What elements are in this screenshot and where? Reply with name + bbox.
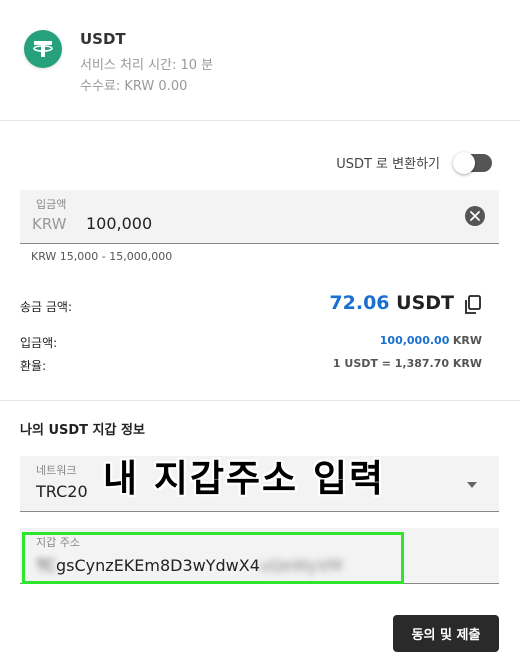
copy-icon[interactable] (464, 295, 482, 315)
deposit-detail-label: 입금액: (20, 336, 58, 350)
deposit-amount-label: 입금액 (36, 198, 67, 211)
wallet-section-title: 나의 USDT 지갑 정보 (20, 423, 145, 438)
tether-logo-icon (24, 30, 62, 68)
wallet-address-input[interactable]: 지갑 주소 TCgsCynzEKEm8D3wYdwX4uQeWyVM (20, 528, 499, 584)
rate-value-text: 1 USDT = 1,387.70 KRW (332, 357, 482, 370)
rate-value: 1 USDT = 1,387.70 KRW (333, 357, 482, 370)
address-blurred-prefix: TC (36, 556, 57, 575)
wallet-address-label: 지갑 주소 (36, 536, 80, 549)
address-visible-part: gsCynzEKEm8D3wYdwX4 (56, 556, 260, 575)
convert-toggle-row: USDT 로 변환하기 (336, 151, 492, 174)
chevron-down-icon[interactable] (467, 482, 477, 488)
convert-toggle[interactable] (453, 151, 492, 174)
overlay-annotation: 내 지갑주소 입력 (103, 457, 386, 500)
send-amount: 72.06 USDT (329, 292, 454, 314)
send-amount-unit: USDT (396, 292, 454, 314)
network-value: TRC20 (36, 482, 88, 501)
fee-text: 수수료: KRW 0.00 (80, 79, 188, 94)
deposit-range: KRW 15,000 - 15,000,000 (31, 250, 173, 263)
send-amount-label: 송금 금액: (20, 300, 73, 314)
deposit-detail-amount: 100,000.00 (379, 334, 450, 347)
clear-icon[interactable] (465, 206, 485, 226)
network-label: 네트워크 (36, 464, 77, 477)
agree-submit-button[interactable]: 동의 및 제출 (393, 615, 499, 652)
toggle-knob (453, 151, 475, 174)
address-blurred-suffix: uQeWyVM (259, 556, 343, 575)
deposit-detail-value: 100,000.00 KRW (380, 334, 482, 347)
rate-label: 환율: (20, 359, 47, 373)
processing-time: 서비스 처리 시간: 10 분 (80, 58, 214, 73)
convert-toggle-label: USDT 로 변환하기 (336, 157, 440, 172)
send-amount-value: 72.06 (329, 292, 390, 314)
coin-name: USDT (80, 30, 126, 48)
deposit-detail-unit: KRW (452, 334, 482, 347)
coin-header: USDT 서비스 처리 시간: 10 분 수수료: KRW 0.00 (0, 0, 520, 121)
wallet-address-value[interactable]: TCgsCynzEKEm8D3wYdwX4uQeWyVM (36, 556, 342, 575)
deposit-amount-input[interactable]: 입금액 KRW 100,000 (20, 190, 499, 244)
section-divider (0, 400, 520, 401)
deposit-amount-value[interactable]: 100,000 (86, 214, 152, 233)
deposit-currency: KRW (32, 215, 67, 233)
